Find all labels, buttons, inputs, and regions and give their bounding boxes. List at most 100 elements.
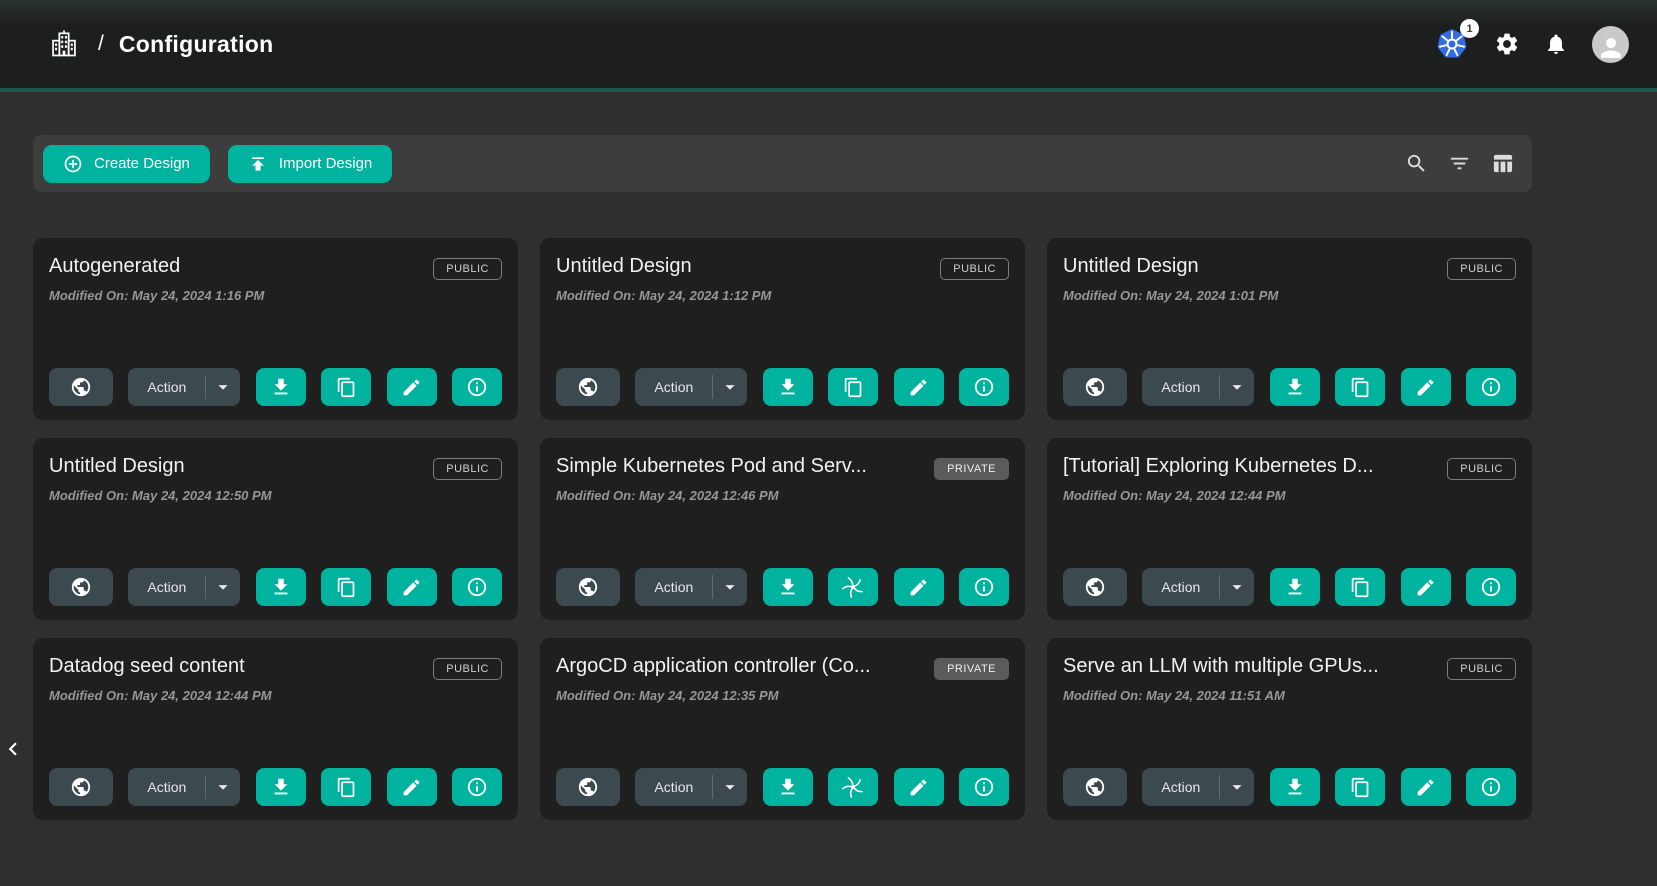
design-card[interactable]: Serve an LLM with multiple GPUs... PUBLI… [1047, 638, 1532, 820]
action-button[interactable]: Action [128, 368, 205, 406]
card-header: [Tutorial] Exploring Kubernetes D... PUB… [1063, 455, 1516, 480]
copy-button[interactable] [1335, 368, 1385, 406]
action-split-button: Action [1142, 768, 1254, 806]
download-button[interactable] [256, 368, 306, 406]
info-button[interactable] [959, 768, 1009, 806]
avatar[interactable] [1592, 26, 1629, 63]
action-dropdown-button[interactable] [206, 368, 240, 406]
action-button[interactable]: Action [635, 568, 712, 606]
download-button[interactable] [256, 768, 306, 806]
design-title: Datadog seed content [49, 655, 421, 678]
edit-button[interactable] [387, 768, 437, 806]
download-button[interactable] [763, 368, 813, 406]
table-chart-icon [1491, 152, 1514, 175]
create-design-button[interactable]: Create Design [43, 145, 210, 183]
design-card[interactable]: ArgoCD application controller (Co... PRI… [540, 638, 1025, 820]
design-card[interactable]: Untitled Design PUBLIC Modified On: May … [540, 238, 1025, 420]
download-button[interactable] [1270, 768, 1320, 806]
action-dropdown-button[interactable] [1220, 368, 1254, 406]
edit-button[interactable] [894, 568, 944, 606]
design-card[interactable]: Untitled Design PUBLIC Modified On: May … [1047, 238, 1532, 420]
visibility-globe-button[interactable] [1063, 568, 1127, 606]
design-card[interactable]: Simple Kubernetes Pod and Serv... PRIVAT… [540, 438, 1025, 620]
action-button[interactable]: Action [1142, 568, 1219, 606]
bell-icon [1544, 32, 1568, 56]
pencil-icon [1415, 377, 1436, 398]
info-button[interactable] [959, 568, 1009, 606]
sidebar-collapse-handle[interactable] [0, 733, 22, 765]
action-dropdown-button[interactable] [1220, 568, 1254, 606]
info-button[interactable] [959, 368, 1009, 406]
action-dropdown-button[interactable] [206, 768, 240, 806]
info-button[interactable] [1466, 568, 1516, 606]
copy-button[interactable] [321, 368, 371, 406]
visibility-globe-button[interactable] [49, 568, 113, 606]
visibility-globe-button[interactable] [1063, 768, 1127, 806]
edit-button[interactable] [894, 768, 944, 806]
action-button[interactable]: Action [1142, 768, 1219, 806]
swirl-button[interactable] [828, 568, 878, 606]
download-button[interactable] [1270, 368, 1320, 406]
info-button[interactable] [452, 568, 502, 606]
swirl-button[interactable] [828, 768, 878, 806]
copy-button[interactable] [1335, 768, 1385, 806]
design-card[interactable]: Datadog seed content PUBLIC Modified On:… [33, 638, 518, 820]
action-dropdown-button[interactable] [206, 568, 240, 606]
download-button[interactable] [1270, 568, 1320, 606]
visibility-globe-button[interactable] [556, 368, 620, 406]
info-button[interactable] [1466, 768, 1516, 806]
kubernetes-context-button[interactable]: 1 [1434, 26, 1470, 62]
globe-icon [577, 776, 599, 798]
copy-button[interactable] [321, 568, 371, 606]
modified-timestamp: Modified On: May 24, 2024 12:46 PM [556, 488, 1009, 503]
edit-button[interactable] [1401, 768, 1451, 806]
copy-button[interactable] [1335, 568, 1385, 606]
action-button[interactable]: Action [635, 768, 712, 806]
action-dropdown-button[interactable] [1220, 768, 1254, 806]
search-icon [1405, 152, 1428, 175]
download-button[interactable] [763, 568, 813, 606]
action-button[interactable]: Action [635, 368, 712, 406]
action-dropdown-button[interactable] [713, 768, 747, 806]
edit-button[interactable] [894, 368, 944, 406]
edit-button[interactable] [387, 568, 437, 606]
copy-button[interactable] [321, 768, 371, 806]
filter-button[interactable] [1448, 152, 1471, 175]
building-icon[interactable] [48, 28, 80, 60]
info-button[interactable] [452, 368, 502, 406]
visibility-globe-button[interactable] [1063, 368, 1127, 406]
action-dropdown-button[interactable] [713, 368, 747, 406]
design-card[interactable]: [Tutorial] Exploring Kubernetes D... PUB… [1047, 438, 1532, 620]
visibility-globe-button[interactable] [49, 768, 113, 806]
search-button[interactable] [1405, 152, 1428, 175]
design-grid: Autogenerated PUBLIC Modified On: May 24… [33, 238, 1532, 820]
import-design-button[interactable]: Import Design [228, 145, 392, 183]
table-view-button[interactable] [1491, 152, 1514, 175]
edit-button[interactable] [387, 368, 437, 406]
action-dropdown-button[interactable] [713, 568, 747, 606]
action-button[interactable]: Action [128, 568, 205, 606]
person-icon [1596, 33, 1626, 63]
download-button[interactable] [763, 768, 813, 806]
globe-icon [70, 576, 92, 598]
visibility-globe-button[interactable] [49, 368, 113, 406]
notifications-button[interactable] [1544, 32, 1568, 56]
info-button[interactable] [1466, 368, 1516, 406]
action-button[interactable]: Action [1142, 368, 1219, 406]
card-action-row: Action [49, 768, 502, 806]
action-button[interactable]: Action [128, 768, 205, 806]
chevron-left-icon [0, 736, 26, 762]
info-button[interactable] [452, 768, 502, 806]
settings-button[interactable] [1494, 31, 1520, 57]
designs-toolbar: Create Design Import Design [33, 135, 1532, 192]
design-title: Simple Kubernetes Pod and Serv... [556, 455, 922, 478]
edit-button[interactable] [1401, 568, 1451, 606]
design-card[interactable]: Untitled Design PUBLIC Modified On: May … [33, 438, 518, 620]
visibility-globe-button[interactable] [556, 768, 620, 806]
globe-icon [70, 776, 92, 798]
edit-button[interactable] [1401, 368, 1451, 406]
design-card[interactable]: Autogenerated PUBLIC Modified On: May 24… [33, 238, 518, 420]
visibility-globe-button[interactable] [556, 568, 620, 606]
download-button[interactable] [256, 568, 306, 606]
copy-button[interactable] [828, 368, 878, 406]
